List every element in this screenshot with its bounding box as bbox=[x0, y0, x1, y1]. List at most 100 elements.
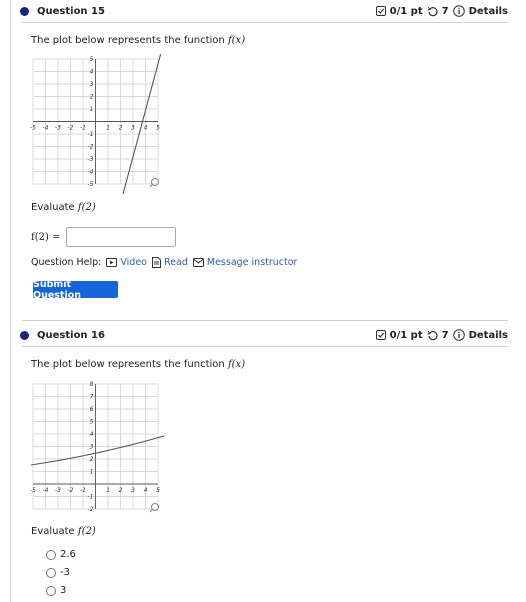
answer-label: f(2) = bbox=[31, 231, 61, 243]
divider bbox=[22, 346, 508, 347]
video-link[interactable]: Video bbox=[106, 257, 147, 268]
checkbox-icon bbox=[375, 330, 386, 340]
x-tick-label: -1 bbox=[80, 487, 86, 494]
zoom-icon[interactable] bbox=[149, 178, 159, 188]
message-instructor-link[interactable]: Message instructor bbox=[192, 257, 298, 268]
x-tick-label: 1 bbox=[106, 125, 110, 132]
attempts-text: 7 bbox=[441, 5, 449, 17]
choice-option[interactable]: -3 bbox=[46, 567, 70, 578]
y-tick-label: -2 bbox=[88, 506, 94, 513]
x-tick-label: 4 bbox=[144, 125, 148, 132]
score-text: 0/1 pt bbox=[389, 329, 423, 341]
y-tick-label: 3 bbox=[90, 444, 94, 451]
details-link[interactable]: Details bbox=[469, 6, 508, 17]
evaluate-label: Evaluate bbox=[31, 526, 75, 537]
question-meta: 0/1 pt 7 Details bbox=[375, 5, 508, 17]
function-graph: -5 -4 -3 -2 -1 1 2 3 4 5 8 7 6 5 4 3 2 1 -1 -2 bbox=[30, 381, 165, 513]
y-tick-label: -4 bbox=[88, 169, 94, 176]
question-help: Question Help: Video Read Message instru… bbox=[31, 257, 297, 268]
question-bullet bbox=[20, 6, 29, 16]
y-tick-label: -1 bbox=[88, 494, 94, 501]
details-link[interactable]: Details bbox=[469, 330, 508, 341]
function-name: f(x) bbox=[227, 35, 246, 46]
y-tick-label: -3 bbox=[88, 156, 94, 163]
x-tick-label: 3 bbox=[131, 487, 135, 494]
x-tick-label: 5 bbox=[156, 487, 160, 494]
x-tick-label: -1 bbox=[80, 125, 86, 132]
divider bbox=[22, 320, 508, 321]
y-tick-label: 4 bbox=[90, 431, 94, 438]
radio-button[interactable] bbox=[46, 585, 56, 596]
y-tick-label: 4 bbox=[90, 69, 94, 76]
x-tick-label: -2 bbox=[68, 125, 74, 132]
evaluate-expression: f(2) bbox=[77, 526, 96, 537]
x-tick-label: -4 bbox=[43, 125, 49, 132]
choice-option[interactable]: 2.6 bbox=[46, 549, 76, 560]
attempts-text: 7 bbox=[441, 329, 449, 341]
evaluate-expression: f(2) bbox=[77, 202, 96, 213]
x-tick-label: 5 bbox=[156, 125, 160, 132]
prompt-text: The plot below represents the function bbox=[31, 359, 225, 370]
y-tick-label: 3 bbox=[90, 81, 94, 88]
question-15-header: Question 15 0/1 pt 7 Details bbox=[20, 2, 508, 20]
mail-icon bbox=[192, 258, 204, 267]
divider bbox=[22, 22, 508, 23]
help-label: Question Help: bbox=[31, 257, 102, 268]
function-name: f(x) bbox=[227, 359, 246, 370]
submit-question-button[interactable]: Submit Question bbox=[33, 279, 118, 301]
y-tick-label: 2 bbox=[90, 94, 94, 101]
x-tick-label: -4 bbox=[43, 487, 49, 494]
answer-row: f(2) = bbox=[31, 227, 177, 247]
function-curve bbox=[30, 435, 165, 466]
function-graph: -5 -4 -3 -2 -1 1 2 3 4 5 5 4 3 2 1 -1 -2 -3 -4 -5 bbox=[30, 54, 162, 194]
video-icon bbox=[106, 258, 118, 267]
evaluate-label: Evaluate bbox=[31, 202, 75, 213]
radio-button[interactable] bbox=[46, 567, 56, 578]
choice-label: 3 bbox=[60, 585, 67, 596]
left-rail bbox=[10, 0, 11, 602]
x-tick-label: -5 bbox=[30, 487, 36, 494]
choice-option[interactable]: 3 bbox=[46, 585, 66, 596]
read-icon bbox=[152, 257, 161, 268]
info-icon[interactable] bbox=[452, 5, 465, 17]
y-tick-label: 6 bbox=[90, 406, 94, 413]
read-link-text[interactable]: Read bbox=[164, 257, 188, 268]
x-tick-label: 2 bbox=[119, 487, 123, 494]
checkbox-icon bbox=[375, 6, 386, 16]
question-prompt: The plot below represents the function f… bbox=[31, 359, 245, 370]
y-tick-label: 1 bbox=[90, 106, 94, 113]
question-title: Question 15 bbox=[37, 5, 105, 17]
x-tick-label: 3 bbox=[131, 125, 135, 132]
y-tick-label: 5 bbox=[90, 419, 94, 426]
y-tick-label: 8 bbox=[90, 381, 94, 388]
choice-label: -3 bbox=[60, 567, 70, 578]
y-tick-label: 5 bbox=[90, 56, 94, 63]
x-tick-label: -3 bbox=[55, 125, 61, 132]
x-tick-label: 4 bbox=[144, 487, 148, 494]
y-tick-label: -2 bbox=[88, 144, 94, 151]
choice-label: 2.6 bbox=[60, 549, 76, 560]
x-tick-label: 1 bbox=[106, 487, 110, 494]
retry-icon bbox=[427, 330, 438, 340]
evaluate-prompt: Evaluate f(2) bbox=[31, 526, 96, 537]
answer-input[interactable] bbox=[66, 227, 177, 247]
zoom-icon[interactable] bbox=[149, 503, 159, 513]
radio-button[interactable] bbox=[46, 549, 56, 560]
x-tick-label: -3 bbox=[55, 487, 61, 494]
read-link[interactable]: Read bbox=[152, 257, 188, 268]
question-prompt: The plot below represents the function f… bbox=[31, 35, 245, 46]
question-bullet bbox=[20, 330, 29, 340]
prompt-text: The plot below represents the function bbox=[31, 35, 225, 46]
question-16-header: Question 16 0/1 pt 7 Details bbox=[20, 326, 508, 344]
score-text: 0/1 pt bbox=[389, 5, 423, 17]
y-tick-label: -5 bbox=[88, 181, 94, 188]
message-instructor-text[interactable]: Message instructor bbox=[207, 257, 298, 268]
question-title: Question 16 bbox=[37, 329, 105, 341]
question-meta: 0/1 pt 7 Details bbox=[375, 329, 508, 341]
video-link-text[interactable]: Video bbox=[120, 257, 147, 268]
y-tick-label: 1 bbox=[90, 469, 94, 476]
y-tick-label: 2 bbox=[90, 456, 94, 463]
info-icon[interactable] bbox=[452, 329, 465, 341]
x-tick-label: -5 bbox=[30, 125, 36, 132]
retry-icon bbox=[427, 6, 438, 16]
